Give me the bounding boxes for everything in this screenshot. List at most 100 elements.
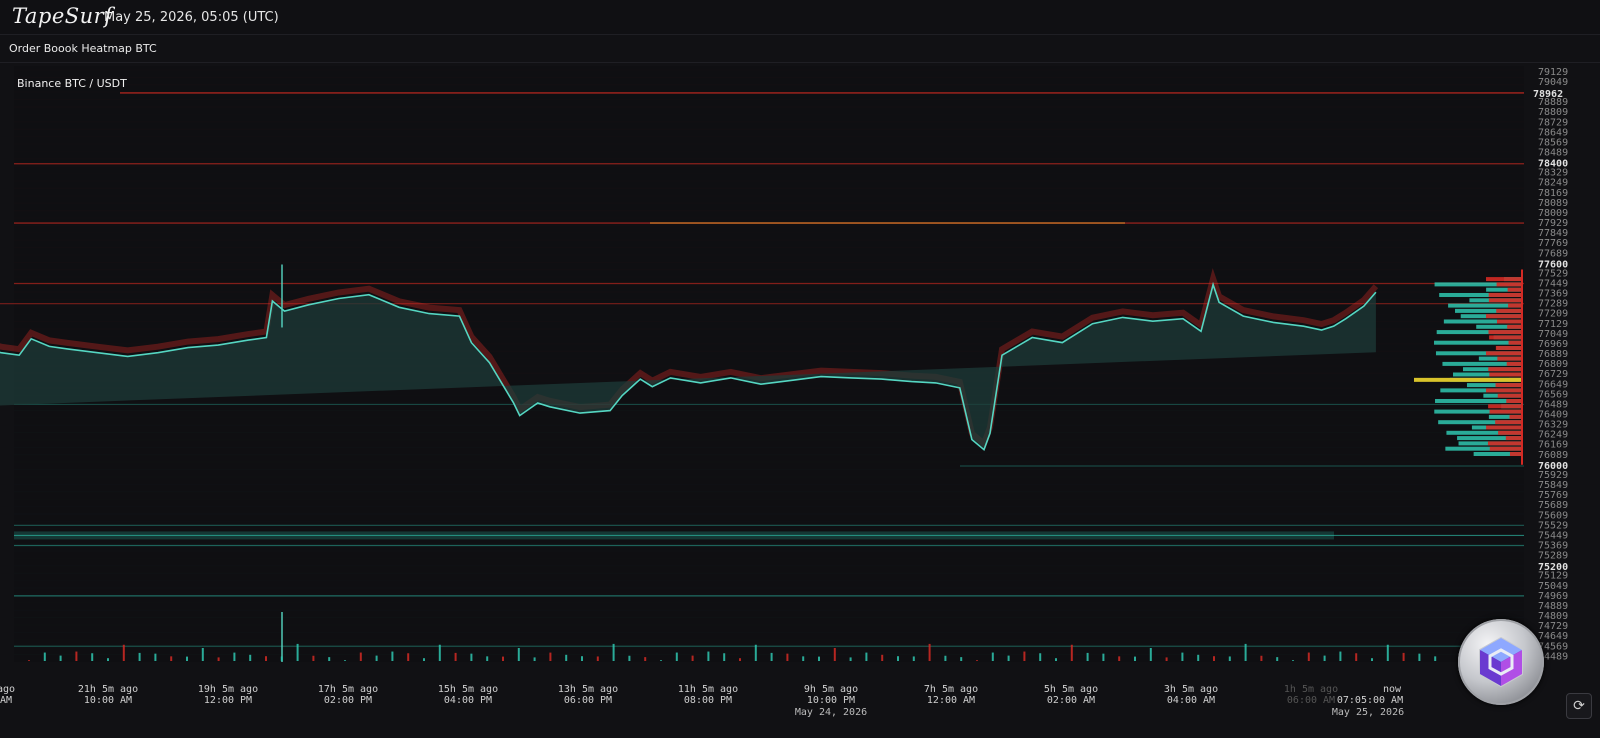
volume-bar bbox=[928, 643, 931, 661]
volume-bar bbox=[596, 656, 599, 661]
y-tick-label: 76089 bbox=[1538, 450, 1568, 461]
volume-bar bbox=[881, 654, 884, 661]
volume-bar bbox=[1323, 655, 1326, 661]
depth-profile-ask bbox=[1486, 277, 1522, 282]
volume-bar bbox=[296, 643, 299, 661]
depth-profile-ask bbox=[1489, 372, 1522, 377]
current-datetime: May 25, 2026, 05:05 (UTC) bbox=[104, 10, 279, 25]
volume-bar bbox=[91, 653, 94, 661]
x-tick-label-bottom: 04:00 PM bbox=[444, 695, 492, 706]
volume-bar bbox=[1292, 660, 1294, 661]
depth-profile-ask bbox=[1507, 324, 1522, 329]
x-tick-label-top: 19h 5m ago bbox=[198, 684, 258, 695]
depth-profile-ask bbox=[1509, 451, 1522, 456]
depth-profile-ask bbox=[1488, 292, 1522, 297]
volume-bar bbox=[1149, 648, 1152, 661]
depth-profile-peak bbox=[1414, 377, 1522, 382]
volume-bar bbox=[565, 654, 568, 661]
volume-bar bbox=[107, 658, 109, 661]
volume-bar bbox=[770, 652, 773, 661]
depth-profile-ask bbox=[1507, 287, 1522, 292]
volume-bar bbox=[628, 655, 631, 661]
volume-bar bbox=[1118, 656, 1121, 661]
volume-bar bbox=[1371, 658, 1373, 661]
page-title: Order Boook Heatmap BTC bbox=[9, 42, 157, 55]
volume-bar bbox=[549, 652, 552, 661]
current-price-label: 78962 bbox=[1533, 89, 1563, 100]
volume-bar bbox=[1339, 651, 1342, 661]
depth-profile-ask bbox=[1486, 425, 1522, 430]
depth-profile-ask bbox=[1508, 340, 1522, 345]
volume-bar bbox=[897, 656, 899, 661]
x-tick-label-bottom: 04:00 AM bbox=[1167, 695, 1215, 706]
depth-profile-ask bbox=[1495, 383, 1522, 388]
x-tick-label-bottom: 06:00 AM bbox=[1287, 695, 1335, 706]
volume-bar bbox=[265, 656, 267, 661]
x-tick-label-top: 3h 5m ago bbox=[1164, 684, 1218, 695]
volume-bar bbox=[1386, 644, 1389, 661]
volume-bar bbox=[1276, 657, 1279, 661]
x-tick-label-bottom: 12:00 PM bbox=[204, 695, 252, 706]
depth-profile-ask bbox=[1508, 303, 1522, 308]
coin-logo-badge bbox=[1458, 619, 1544, 705]
depth-profile-ask bbox=[1495, 345, 1522, 350]
volume-bar bbox=[328, 657, 331, 661]
y-tick-label: 78489 bbox=[1538, 148, 1568, 159]
cube-logo-icon bbox=[1479, 636, 1523, 688]
volume-bar bbox=[1070, 644, 1073, 661]
x-tick-label-bottom: 02:00 PM bbox=[324, 695, 372, 706]
volume-bar bbox=[186, 656, 188, 661]
x-tick-label-top: 1h 5m ago bbox=[1284, 684, 1338, 695]
x-tick-label-bottom: 08:00 PM bbox=[684, 695, 732, 706]
depth-profile-ask bbox=[1489, 335, 1522, 340]
x-tick-label-top: ago bbox=[0, 684, 15, 695]
y-tick-label: 79049 bbox=[1538, 77, 1568, 88]
volume-bar bbox=[249, 654, 252, 661]
volume-bar bbox=[43, 652, 46, 661]
volume-bar bbox=[976, 660, 978, 661]
volume-bar bbox=[312, 655, 315, 661]
volume-bar bbox=[1260, 655, 1263, 661]
volume-bar bbox=[454, 652, 457, 661]
depth-profile-ask bbox=[1488, 367, 1522, 372]
volume-bar bbox=[438, 644, 441, 661]
x-tick-label-bottom: 06:00 PM bbox=[564, 695, 612, 706]
volume-bar bbox=[675, 652, 678, 661]
volume-bar bbox=[707, 651, 710, 661]
volume-bar bbox=[533, 657, 536, 661]
volume-bar bbox=[754, 644, 757, 661]
depth-profile-ask bbox=[1496, 308, 1522, 313]
x-tick-label-top: 11h 5m ago bbox=[678, 684, 738, 695]
depth-profile-ask bbox=[1489, 446, 1522, 451]
volume-bar bbox=[691, 655, 694, 661]
depth-profile-ask bbox=[1506, 398, 1522, 403]
heatmap-chart[interactable]: 79129 79049 78889 78809 78729 78649 78569 78489… bbox=[0, 63, 1600, 738]
volume-bar bbox=[739, 658, 741, 661]
volume-bar bbox=[1355, 653, 1358, 661]
x-tick-label-top: 9h 5m ago bbox=[804, 684, 858, 695]
x-tick-label-top: 7h 5m ago bbox=[924, 684, 978, 695]
volume-bar bbox=[865, 652, 868, 661]
x-tick-label-date: May 24, 2026 bbox=[795, 707, 867, 718]
refresh-button[interactable]: ⟳ bbox=[1566, 693, 1592, 719]
volume-bar bbox=[138, 652, 141, 661]
depth-profile-ask bbox=[1488, 330, 1522, 335]
heatmap-svg[interactable]: 7912979049788897880978729786497856978489… bbox=[0, 63, 1600, 738]
volume-bar bbox=[486, 656, 489, 661]
x-tick-label-bottom: AM bbox=[0, 695, 12, 706]
volume-bar bbox=[502, 656, 504, 661]
x-tick-label-date: May 25, 2026 bbox=[1332, 707, 1404, 718]
x-tick-label-top: 5h 5m ago bbox=[1044, 684, 1098, 695]
volume-bar bbox=[1023, 651, 1026, 661]
app-logo[interactable]: TapeSurf bbox=[12, 4, 113, 28]
x-tick-label-bottom: 10:00 AM bbox=[84, 695, 132, 706]
volume-bar bbox=[423, 658, 425, 661]
x-tick-label-top: now bbox=[1383, 684, 1402, 695]
refresh-icon: ⟳ bbox=[1573, 698, 1585, 714]
depth-profile-ask bbox=[1486, 314, 1522, 319]
volume-bar bbox=[122, 644, 125, 661]
volume-bar bbox=[1134, 656, 1136, 661]
volume-bar bbox=[154, 653, 157, 661]
x-tick-label-top: 15h 5m ago bbox=[438, 684, 498, 695]
depth-profile-ask bbox=[1506, 361, 1522, 366]
